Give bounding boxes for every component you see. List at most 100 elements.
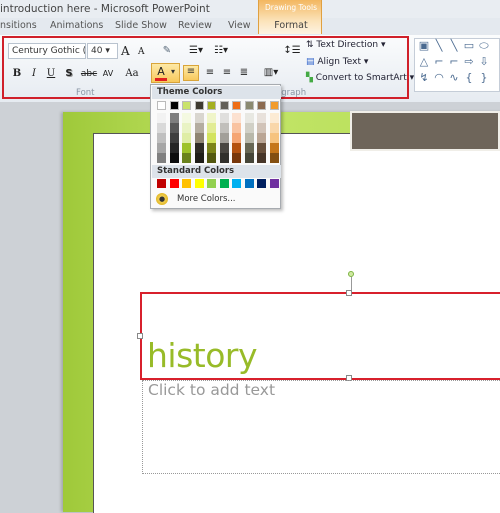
standard-color-swatch[interactable] (219, 179, 229, 188)
theme-shade-swatch[interactable] (207, 123, 216, 133)
theme-shade-swatch[interactable] (257, 133, 266, 143)
theme-shade-swatch[interactable] (219, 133, 229, 143)
right-brace-icon[interactable]: } (478, 72, 490, 83)
oval-shape-icon[interactable]: ⬭ (478, 40, 490, 51)
standard-color-swatch[interactable] (169, 179, 179, 188)
line-shape-icon[interactable]: ╲ (433, 40, 445, 51)
font-color-menu: Theme Colors Standard Colors ● More Colo… (150, 84, 281, 209)
theme-shade-swatch[interactable] (207, 113, 216, 123)
freeform-shape-icon[interactable]: ↯ (418, 72, 430, 83)
theme-shade-swatch[interactable] (232, 153, 241, 163)
theme-shade-swatch[interactable] (244, 133, 254, 143)
theme-shade-swatch[interactable] (269, 113, 279, 123)
elbow-arrow-icon[interactable]: ⌐ (448, 56, 460, 67)
theme-shade-swatch[interactable] (232, 123, 241, 133)
theme-shade-swatch[interactable] (182, 143, 191, 153)
theme-shade-swatch[interactable] (182, 133, 191, 143)
theme-shade-swatch[interactable] (244, 143, 254, 153)
theme-shade-swatch[interactable] (169, 113, 179, 123)
theme-shade-swatch[interactable] (244, 113, 254, 123)
theme-shade-swatch[interactable] (232, 143, 241, 153)
left-brace-icon[interactable]: { (463, 72, 475, 83)
theme-shade-swatch[interactable] (257, 123, 266, 133)
theme-shade-swatch[interactable] (244, 123, 254, 133)
theme-color-swatch[interactable] (194, 101, 204, 110)
more-colors-item[interactable]: More Colors... (177, 194, 236, 204)
theme-shade-swatch[interactable] (169, 123, 179, 133)
body-placeholder-text[interactable]: Click to add text (148, 381, 275, 399)
theme-shade-swatch[interactable] (232, 113, 241, 123)
theme-shade-swatch[interactable] (194, 143, 204, 153)
tab-format[interactable]: Format (259, 20, 323, 31)
theme-shade-swatch[interactable] (169, 153, 179, 163)
theme-shade-swatch[interactable] (269, 143, 279, 153)
rectangle-shape-icon[interactable]: ▭ (463, 40, 475, 51)
theme-color-swatch[interactable] (244, 101, 254, 110)
theme-shade-swatch[interactable] (194, 123, 204, 133)
theme-shade-swatch[interactable] (257, 113, 266, 123)
tab-transitions[interactable]: nsitions (0, 20, 37, 31)
theme-shade-swatch[interactable] (207, 143, 216, 153)
theme-shade-swatch[interactable] (182, 153, 191, 163)
tab-review[interactable]: Review (178, 20, 212, 31)
theme-shade-swatch[interactable] (194, 153, 204, 163)
theme-shade-swatch[interactable] (157, 133, 166, 143)
theme-color-swatch[interactable] (257, 101, 266, 110)
theme-shade-swatch[interactable] (169, 133, 179, 143)
more-colors-icon: ● (156, 193, 168, 205)
theme-shade-swatch[interactable] (244, 153, 254, 163)
theme-color-swatch[interactable] (219, 101, 229, 110)
theme-shade-swatch[interactable] (207, 133, 216, 143)
right-arrow-shape-icon[interactable]: ⇨ (463, 56, 475, 67)
standard-color-swatch[interactable] (182, 179, 191, 188)
theme-shade-swatch[interactable] (207, 153, 216, 163)
resize-handle-left[interactable] (137, 333, 143, 339)
standard-color-swatch[interactable] (269, 179, 279, 188)
arc-shape-icon[interactable]: ◠ (433, 72, 445, 83)
shapes-gallery[interactable]: ▣ ╲ ╲ ▭ ⬭ △ ⌐ ⌐ ⇨ ⇩ ↯ ◠ ∿ { } (414, 38, 500, 92)
theme-shade-swatch[interactable] (269, 153, 279, 163)
standard-color-swatch[interactable] (157, 179, 166, 188)
theme-shade-swatch[interactable] (257, 153, 266, 163)
drawing-tools-contextual-tab[interactable]: Drawing Tools Format (258, 0, 322, 34)
theme-shade-swatch[interactable] (182, 123, 191, 133)
elbow-connector-icon[interactable]: ⌐ (433, 56, 445, 67)
curve-shape-icon[interactable]: ∿ (448, 72, 460, 83)
theme-shade-swatch[interactable] (157, 113, 166, 123)
theme-shade-swatch[interactable] (194, 133, 204, 143)
theme-color-swatch[interactable] (157, 101, 166, 110)
theme-color-swatch[interactable] (207, 101, 216, 110)
standard-color-swatch[interactable] (232, 179, 241, 188)
theme-shade-swatch[interactable] (219, 123, 229, 133)
theme-shade-swatch[interactable] (219, 143, 229, 153)
theme-shade-swatch[interactable] (232, 133, 241, 143)
tab-slide-show[interactable]: Slide Show (115, 20, 167, 31)
theme-color-swatch[interactable] (269, 101, 279, 110)
theme-color-swatch[interactable] (169, 101, 179, 110)
theme-shade-swatch[interactable] (182, 113, 191, 123)
theme-shade-swatch[interactable] (157, 123, 166, 133)
textbox-shape-icon[interactable]: ▣ (418, 40, 430, 51)
theme-shade-swatch[interactable] (269, 123, 279, 133)
standard-color-swatch[interactable] (194, 179, 204, 188)
theme-shade-swatch[interactable] (269, 133, 279, 143)
theme-shade-swatch[interactable] (169, 143, 179, 153)
slide-title-text[interactable]: history (147, 336, 258, 375)
theme-shade-swatch[interactable] (157, 143, 166, 153)
resize-handle-top[interactable] (346, 290, 352, 296)
standard-color-swatch[interactable] (257, 179, 266, 188)
theme-shade-swatch[interactable] (157, 153, 166, 163)
triangle-shape-icon[interactable]: △ (418, 56, 430, 67)
theme-shade-swatch[interactable] (219, 113, 229, 123)
standard-color-swatch[interactable] (244, 179, 254, 188)
theme-color-swatch[interactable] (182, 101, 191, 110)
tab-view[interactable]: View (228, 20, 251, 31)
theme-color-swatch[interactable] (232, 101, 241, 110)
standard-color-swatch[interactable] (207, 179, 216, 188)
theme-shade-swatch[interactable] (194, 113, 204, 123)
theme-shade-swatch[interactable] (257, 143, 266, 153)
theme-shade-swatch[interactable] (219, 153, 229, 163)
tab-animations[interactable]: Animations (50, 20, 103, 31)
arrow-line-shape-icon[interactable]: ╲ (448, 40, 460, 51)
down-arrow-shape-icon[interactable]: ⇩ (478, 56, 490, 67)
